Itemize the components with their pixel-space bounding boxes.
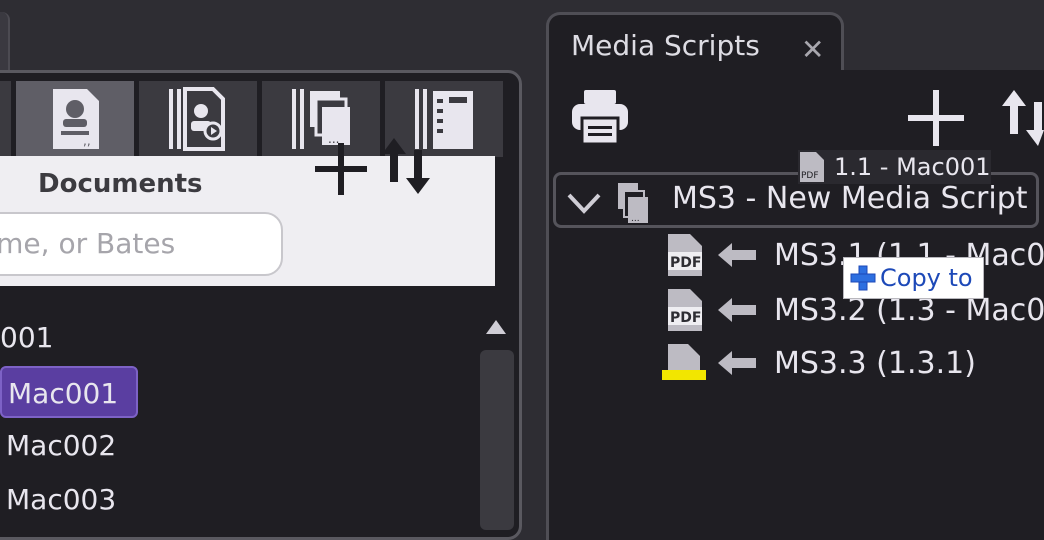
copy-to-tooltip: Copy to xyxy=(843,257,984,299)
list-item[interactable]: Mac003 xyxy=(6,474,116,526)
list-item[interactable]: 001 xyxy=(0,312,53,364)
arrow-left-icon xyxy=(718,351,756,375)
copy-to-label: Copy to xyxy=(880,264,973,292)
tab-title: Media Scripts xyxy=(571,29,760,62)
add-document-icon[interactable] xyxy=(313,141,369,197)
pdf-icon: PDF xyxy=(800,152,824,182)
tool-person-document-button[interactable]: ,, xyxy=(16,81,134,157)
person-document-icon: ,, xyxy=(53,89,99,149)
arrow-left-icon xyxy=(718,298,756,322)
plus-icon xyxy=(850,265,876,291)
close-icon[interactable]: ✕ xyxy=(801,33,824,66)
sort-scripts-icon[interactable] xyxy=(1000,88,1044,148)
media-document-icon xyxy=(169,87,225,151)
left-tab-stub[interactable] xyxy=(0,12,10,72)
svg-text:PDF: PDF xyxy=(801,171,819,181)
svg-text:PDF: PDF xyxy=(670,255,701,271)
tool-media-document-button[interactable] xyxy=(139,81,257,157)
media-script-title: MS3 - New Media Script xyxy=(672,181,1028,216)
media-script-icon: ... xyxy=(618,183,648,224)
documents-title: Documents xyxy=(38,169,203,199)
pdf-icon: PDF xyxy=(668,234,702,276)
print-icon[interactable] xyxy=(570,88,630,146)
scroll-up-arrow-icon[interactable] xyxy=(484,318,508,336)
list-item-label: Mac001 xyxy=(8,377,119,410)
list-item-selected[interactable]: Mac001 xyxy=(0,366,138,418)
pdf-icon: PDF xyxy=(668,289,702,331)
script-child-label: MS3.3 (1.3.1) xyxy=(774,345,976,381)
drag-ghost: PDF 1.1 - Mac001 xyxy=(798,150,991,184)
script-child-row[interactable]: MS3.3 (1.3.1) xyxy=(660,338,976,388)
svg-text:PDF: PDF xyxy=(670,310,701,326)
sort-documents-icon[interactable] xyxy=(380,136,436,196)
list-item[interactable]: Mac002 xyxy=(6,420,116,472)
document-search-input[interactable]: ame, or Bates xyxy=(0,212,283,276)
arrow-left-icon xyxy=(718,243,756,267)
svg-text:,,: ,, xyxy=(83,134,91,148)
tool-document-button[interactable] xyxy=(0,81,11,157)
highlight-document-icon xyxy=(662,344,706,380)
documents-scrollbar[interactable] xyxy=(480,350,514,530)
svg-text:...: ... xyxy=(631,214,640,224)
drag-label: 1.1 - Mac001 xyxy=(834,153,991,181)
add-script-icon[interactable] xyxy=(906,88,966,148)
chevron-down-icon[interactable] xyxy=(566,187,602,217)
